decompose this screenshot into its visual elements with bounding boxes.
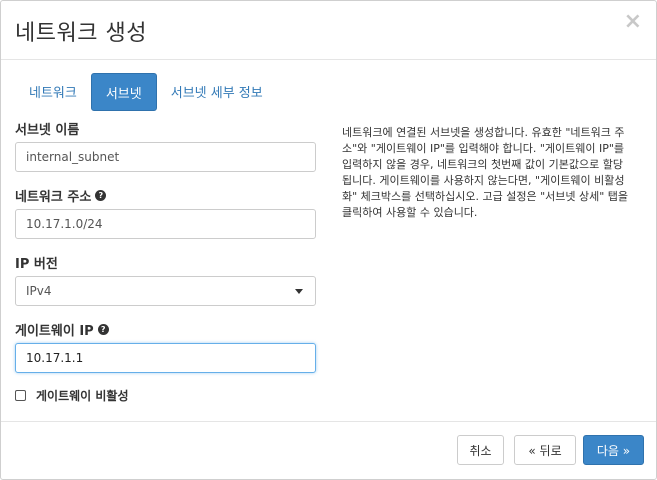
gateway-ip-label: 게이트웨이 IP ? <box>15 320 317 339</box>
network-address-label: 네트워크 주소 ? <box>15 186 317 205</box>
subnet-name-label-text: 서브넷 이름 <box>15 122 80 138</box>
disable-gateway-label: 게이트웨이 비활성 <box>36 389 129 403</box>
modal-header: 네트워크 생성 × <box>1 1 656 60</box>
ip-version-select[interactable]: IPv4 <box>15 276 316 306</box>
ip-version-label: IP 버전 <box>15 253 317 272</box>
subnet-form: 서브넷 이름 internal_subnet 네트워크 주소 ? 10.17.1… <box>15 119 317 404</box>
subnet-name-label: 서브넷 이름 <box>15 119 317 138</box>
subnet-name-input[interactable]: internal_subnet <box>15 142 316 172</box>
back-button[interactable]: « 뒤로 <box>514 435 576 465</box>
modal-title: 네트워크 생성 <box>15 21 147 46</box>
question-circle-icon[interactable]: ? <box>95 189 107 201</box>
network-address-label-text: 네트워크 주소 <box>15 189 92 205</box>
close-icon[interactable]: × <box>624 11 642 33</box>
help-text: 네트워크에 연결된 서브넷을 생성합니다. 유효한 "네트워크 주소"와 "게이… <box>342 126 629 219</box>
gateway-ip-label-text: 게이트웨이 IP <box>15 323 94 339</box>
tab-bar: 네트워크 서브넷 서브넷 세부 정보 <box>15 73 642 111</box>
cancel-button[interactable]: 취소 <box>457 435 504 465</box>
tab-subnet[interactable]: 서브넷 <box>90 73 157 111</box>
tab-subnet-details[interactable]: 서브넷 세부 정보 <box>157 73 277 109</box>
ip-version-label-text: IP 버전 <box>15 256 58 272</box>
network-address-input[interactable]: 10.17.1.0/24 <box>15 209 316 239</box>
disable-gateway-row[interactable]: 게이트웨이 비활성 <box>15 387 317 404</box>
network-address-group: 네트워크 주소 ? 10.17.1.0/24 <box>15 186 317 239</box>
gateway-ip-input[interactable]: 10.17.1.1 <box>15 343 316 373</box>
next-button[interactable]: 다음 » <box>583 435 644 465</box>
subnet-name-group: 서브넷 이름 internal_subnet <box>15 119 317 172</box>
modal-footer: 취소 « 뒤로 다음 » <box>1 421 656 480</box>
ip-version-selected: IPv4 <box>26 284 52 298</box>
tab-network[interactable]: 네트워크 <box>15 73 91 109</box>
gateway-ip-value: 10.17.1.1 <box>26 351 84 365</box>
caret-down-icon <box>295 289 303 294</box>
network-address-value: 10.17.1.0/24 <box>26 217 103 231</box>
question-circle-icon[interactable]: ? <box>97 323 109 335</box>
gateway-ip-group: 게이트웨이 IP ? 10.17.1.1 <box>15 320 317 373</box>
ip-version-group: IP 버전 IPv4 <box>15 253 317 306</box>
disable-gateway-checkbox[interactable] <box>15 390 26 401</box>
create-network-modal: 네트워크 생성 × 네트워크 서브넷 서브넷 세부 정보 서브넷 이름 inte… <box>0 0 657 480</box>
subnet-name-value: internal_subnet <box>26 150 120 164</box>
